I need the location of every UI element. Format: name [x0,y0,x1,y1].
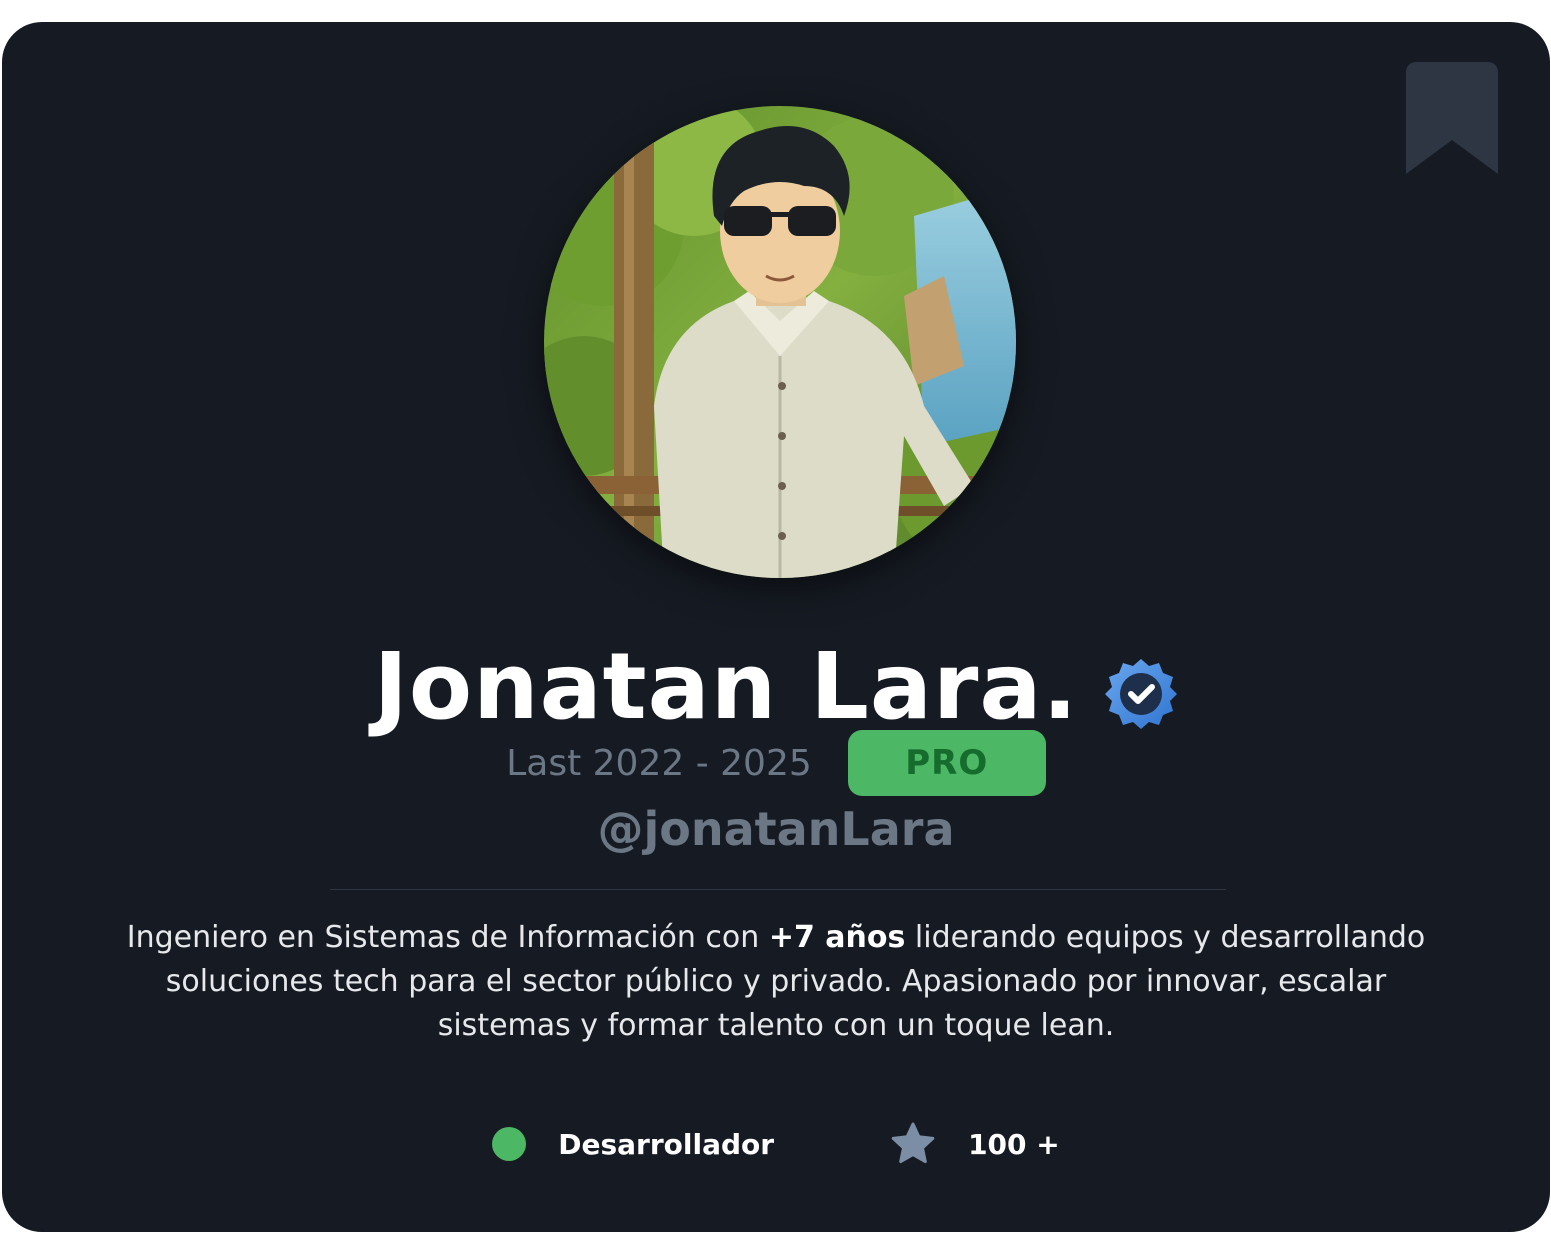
rating-stat: 100 + [890,1121,1060,1167]
status-dot-icon [492,1127,527,1161]
bio-text-start: Ingeniero en Sistemas de Información con [126,920,769,955]
role-stat: Desarrollador [492,1127,774,1161]
profile-card: Jonatan Lara. Last 2022 - 2025 PRO @jona… [2,22,1550,1232]
name-row: Jonatan Lara. [2,632,1550,742]
bookmark-icon[interactable] [1406,62,1498,176]
pro-badge: PRO [847,730,1046,796]
meta-row: Last 2022 - 2025 PRO [2,728,1550,798]
bio-highlight: +7 años [768,920,906,955]
verified-badge-icon [1105,659,1178,729]
profile-name: Jonatan Lara. [373,633,1079,740]
years-active: Last 2022 - 2025 [506,742,812,784]
rating-value: 100 + [968,1127,1060,1161]
bio-text: Ingeniero en Sistemas de Información con… [122,916,1430,1048]
avatar [544,106,1016,578]
stats-row: Desarrollador 100 + [2,1118,1550,1170]
role-label: Desarrollador [558,1127,775,1161]
star-icon [891,1122,935,1164]
user-handle[interactable]: @jonatanLara [2,802,1550,856]
divider [330,889,1226,890]
